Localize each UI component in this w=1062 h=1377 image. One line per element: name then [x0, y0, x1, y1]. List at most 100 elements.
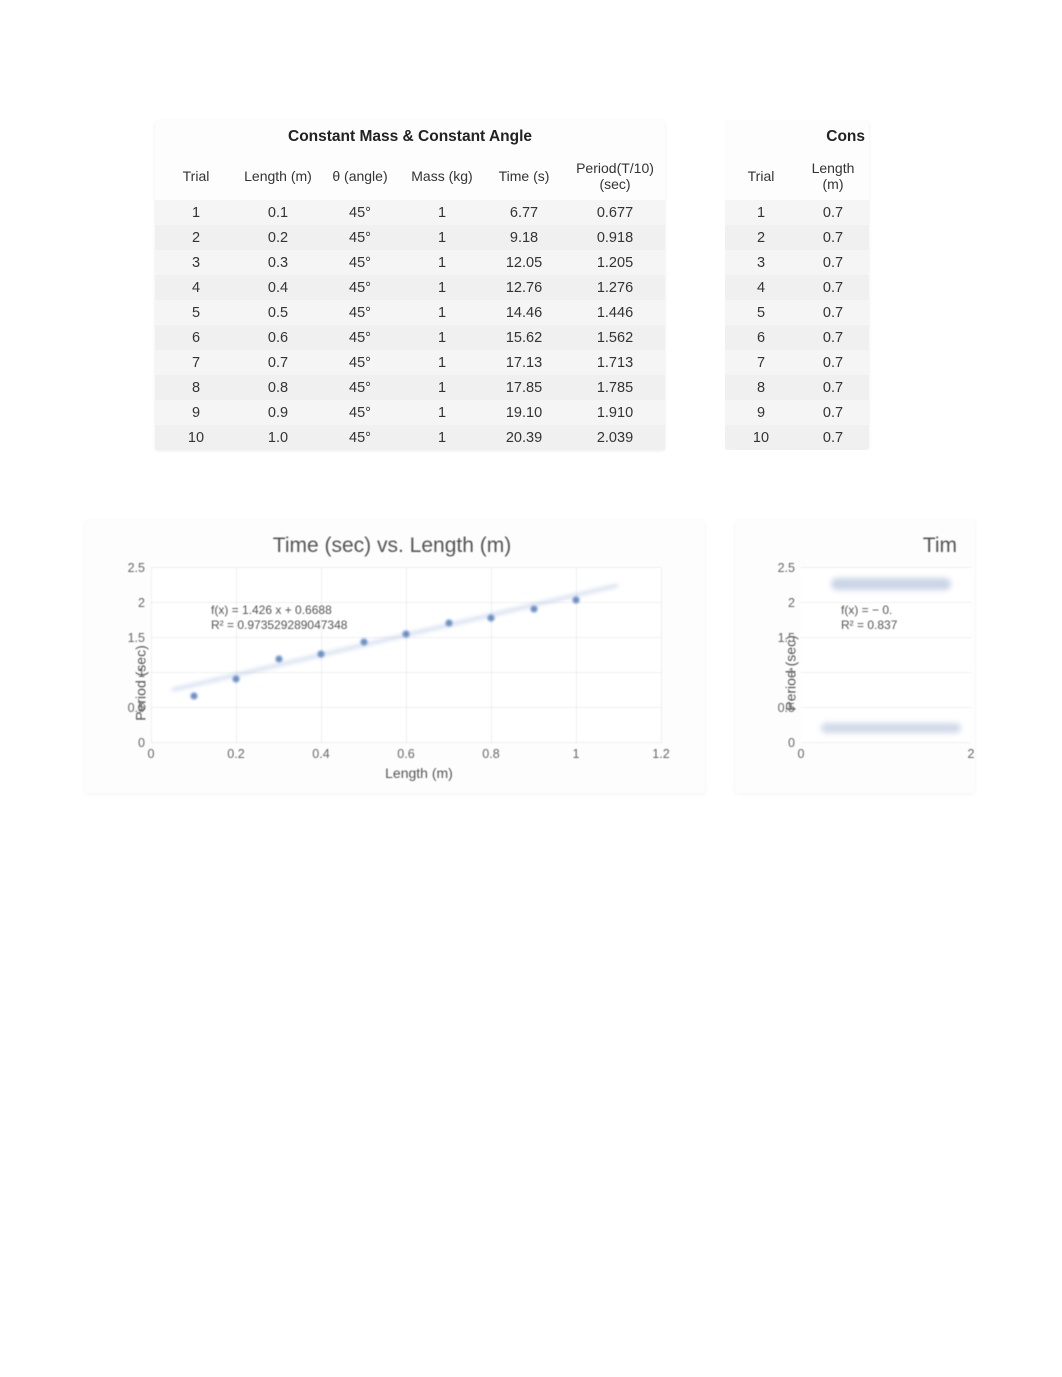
col-mass: Mass (kg): [401, 152, 483, 200]
x-tick: 1: [573, 743, 580, 761]
table2-headers: Trial Length (m): [725, 152, 869, 200]
table-cell: 0.7: [797, 325, 869, 350]
table-cell: 9: [725, 400, 797, 425]
table-cell: 1.713: [565, 350, 665, 375]
table-cell: 7: [155, 350, 237, 375]
table-cell: 0.677: [565, 200, 665, 225]
table-row: 60.7: [725, 325, 869, 350]
table-row: 50.7: [725, 300, 869, 325]
table-cell: 10: [725, 425, 797, 450]
x-tick: 0.2: [227, 743, 244, 761]
y-tick: 0.5: [128, 701, 151, 715]
table-cell: 0.7: [797, 300, 869, 325]
chart2-r2: R² = 0.837: [841, 618, 897, 633]
table-row: 101.045°120.392.039: [155, 425, 665, 450]
table-cell: 0.6: [237, 325, 319, 350]
table-row: 70.7: [725, 350, 869, 375]
table-cell: 0.9: [237, 400, 319, 425]
col-length: Length (m): [237, 152, 319, 200]
table-cell: 1.205: [565, 250, 665, 275]
table-cell: 3: [725, 250, 797, 275]
table-cell: 1: [401, 300, 483, 325]
table-cell: 5: [725, 300, 797, 325]
table-row: 100.7: [725, 425, 869, 450]
col-length: Length (m): [797, 152, 869, 200]
chart1-eq: f(x) = 1.426 x + 0.6688: [211, 603, 347, 618]
chart1-title: Time (sec) vs. Length (m): [97, 534, 687, 558]
table-cell: 0.7: [797, 425, 869, 450]
table-row: 80.7: [725, 375, 869, 400]
table-row: 20.7: [725, 225, 869, 250]
table-cell: 1: [401, 200, 483, 225]
table-cell: 0.7: [797, 250, 869, 275]
table-cell: 9: [155, 400, 237, 425]
table-cell: 0.7: [797, 400, 869, 425]
col-trial: Trial: [725, 152, 797, 200]
table-cell: 0.4: [237, 275, 319, 300]
x-tick: 0: [798, 743, 805, 761]
table-cell: 0.7: [797, 275, 869, 300]
table-row: 90.7: [725, 400, 869, 425]
data-point: [275, 655, 282, 662]
table-cell: 0.1: [237, 200, 319, 225]
y-tick: 1: [138, 666, 151, 680]
table-row: 20.245°19.180.918: [155, 225, 665, 250]
y-tick: 2: [788, 596, 801, 610]
col-angle: θ (angle): [319, 152, 401, 200]
table-cell: 8: [155, 375, 237, 400]
table-cell: 1: [401, 325, 483, 350]
chart-time-vs-length: Time (sec) vs. Length (m) Period (sec) f…: [85, 520, 705, 793]
table1-title: Constant Mass & Constant Angle: [155, 120, 665, 152]
y-tick: 1: [788, 666, 801, 680]
y-tick: 2: [138, 596, 151, 610]
table-cell: 1: [725, 200, 797, 225]
table-cell: 1: [401, 275, 483, 300]
x-tick: 0.6: [397, 743, 414, 761]
table-cell: 1.446: [565, 300, 665, 325]
table-cell: 1.276: [565, 275, 665, 300]
data-point: [190, 692, 197, 699]
table-cell: 0.7: [797, 350, 869, 375]
table-cell: 45°: [319, 275, 401, 300]
table-cell: 19.10: [483, 400, 565, 425]
x-tick: 0.8: [482, 743, 499, 761]
col-trial: Trial: [155, 152, 237, 200]
chart1-xlabel: Length (m): [151, 765, 687, 781]
x-tick: 1.2: [652, 743, 669, 761]
data-point: [530, 606, 537, 613]
data-point: [488, 615, 495, 622]
table-cell: 2.039: [565, 425, 665, 450]
table-cell: 45°: [319, 425, 401, 450]
col-period: Period(T/10) (sec): [565, 152, 665, 200]
table-cell: 1.0: [237, 425, 319, 450]
table-cell: 1: [401, 425, 483, 450]
table-row: 70.745°117.131.713: [155, 350, 665, 375]
chart2-eq: f(x) = − 0.: [841, 603, 897, 618]
x-tick: 0: [148, 743, 155, 761]
table-cell: 0.918: [565, 225, 665, 250]
table-cell: 45°: [319, 375, 401, 400]
table-cell: 0.7: [797, 225, 869, 250]
y-tick: 2.5: [128, 561, 151, 575]
table-row: 40.445°112.761.276: [155, 275, 665, 300]
table-cell: 45°: [319, 350, 401, 375]
table-row: 60.645°115.621.562: [155, 325, 665, 350]
table-cell: 1.785: [565, 375, 665, 400]
y-tick: 1.5: [128, 631, 151, 645]
table-cell: 12.05: [483, 250, 565, 275]
table-cell: 20.39: [483, 425, 565, 450]
y-tick: 0.5: [778, 701, 801, 715]
table-cell: 5: [155, 300, 237, 325]
table-cell: 0.7: [797, 375, 869, 400]
table-cell: 1.562: [565, 325, 665, 350]
table1-headers: Trial Length (m) θ (angle) Mass (kg) Tim…: [155, 152, 665, 200]
table-cell: 45°: [319, 400, 401, 425]
table-cell: 45°: [319, 225, 401, 250]
table-cell: 45°: [319, 250, 401, 275]
table-cell: 2: [725, 225, 797, 250]
table-row: 90.945°119.101.910: [155, 400, 665, 425]
table-cell: 14.46: [483, 300, 565, 325]
chart1-r2: R² = 0.973529289047348: [211, 618, 347, 633]
table-row: 10.7: [725, 200, 869, 225]
table-cell: 1: [401, 250, 483, 275]
